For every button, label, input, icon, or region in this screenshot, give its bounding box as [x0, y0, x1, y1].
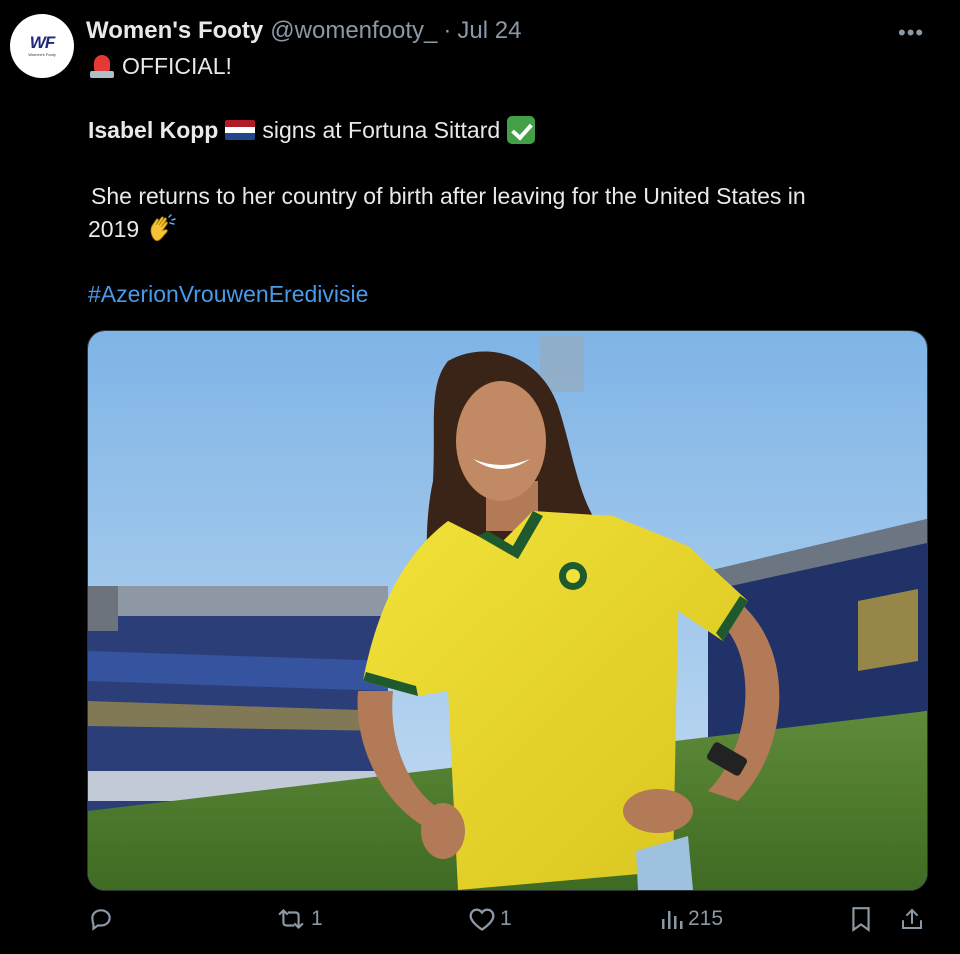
- official-text: OFFICIAL!: [122, 52, 232, 79]
- player-photo-image: [88, 331, 927, 890]
- share-button[interactable]: [900, 906, 924, 932]
- avatar[interactable]: WF Women's Footy: [10, 14, 74, 78]
- signs-text: signs at Fortuna Sittard: [262, 116, 501, 143]
- police-light-icon: [88, 52, 116, 80]
- tweet-date[interactable]: Jul 24: [457, 17, 521, 45]
- heart-icon: [469, 908, 495, 931]
- account-handle[interactable]: @womenfooty_: [270, 17, 437, 45]
- reply-button[interactable]: [88, 906, 118, 932]
- waving-hand-icon: [150, 214, 176, 242]
- player-name: Isabel Kopp: [88, 116, 219, 143]
- reply-icon: [91, 909, 111, 931]
- tweet-photo[interactable]: [87, 330, 928, 891]
- retweet-icon: [278, 909, 304, 929]
- avatar-logo-subtext: Women's Footy: [28, 52, 56, 57]
- check-mark-button-icon: [507, 116, 536, 144]
- separator-dot: ·: [443, 17, 452, 44]
- views-count: 215: [688, 907, 724, 930]
- tweet-header: Women's Footy @womenfooty_ · Jul 24: [86, 16, 521, 46]
- tweet-actions: 1 1 215: [0, 906, 960, 946]
- views-chart-icon: [662, 911, 683, 929]
- tweet-line-signing: Isabel Kopp signs at Fortuna Sittard: [88, 116, 536, 144]
- bookmark-icon: [852, 907, 870, 932]
- retweet-button[interactable]: 1: [275, 906, 323, 932]
- avatar-logo-text: WF: [29, 33, 55, 52]
- like-button[interactable]: 1: [468, 906, 512, 932]
- tweet-line-returns-2: 2019: [88, 214, 177, 244]
- more-options-icon[interactable]: •••: [898, 20, 924, 46]
- year-text: 2019: [88, 215, 140, 242]
- views-button[interactable]: 215: [660, 906, 723, 932]
- retweet-count: 1: [311, 907, 323, 930]
- tweet[interactable]: WF Women's Footy Women's Footy @womenfoo…: [0, 0, 960, 954]
- share-icon: [902, 908, 922, 929]
- tweet-line-returns: She returns to her country of birth afte…: [91, 183, 806, 209]
- account-name[interactable]: Women's Footy: [86, 17, 263, 45]
- tweet-line-official: OFFICIAL!: [88, 52, 232, 80]
- netherlands-flag-icon: [225, 120, 256, 140]
- like-count: 1: [500, 907, 512, 930]
- bookmark-button[interactable]: [850, 906, 872, 932]
- hashtag-link[interactable]: #AzerionVrouwenEredivisie: [88, 281, 368, 308]
